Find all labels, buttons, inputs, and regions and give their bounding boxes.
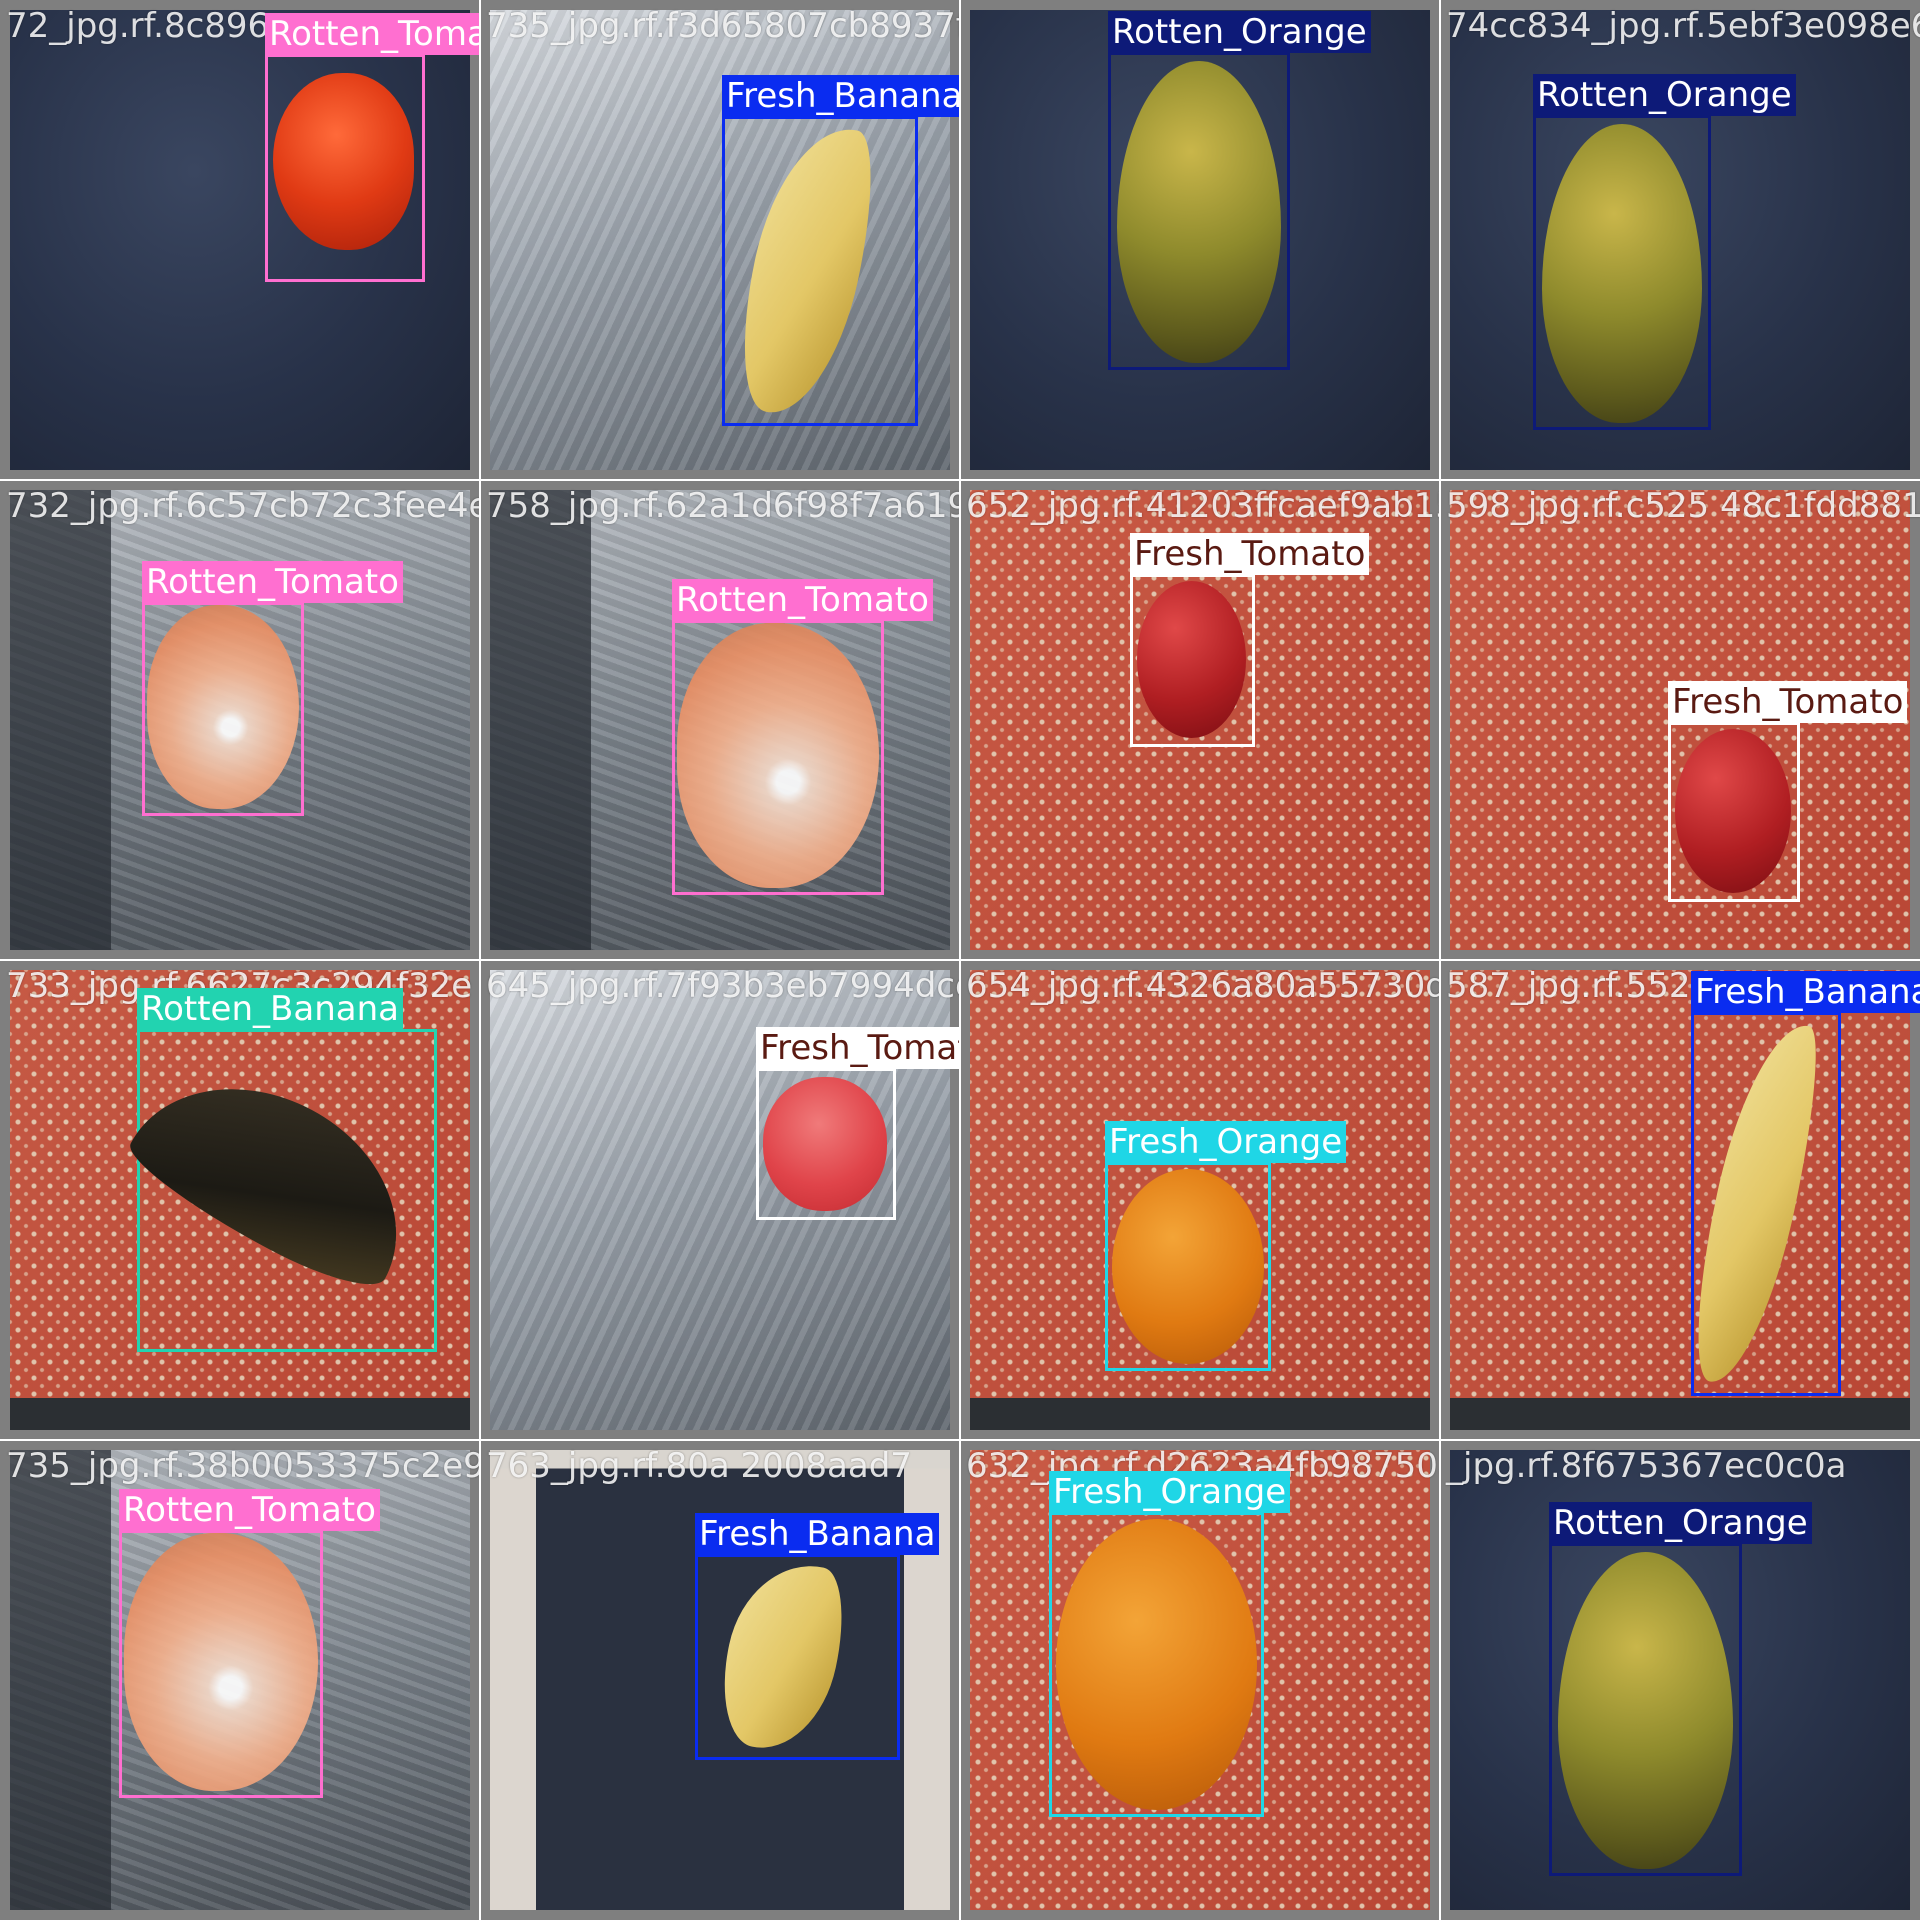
class-label: Rotten_Tomato [672,579,933,621]
image-filename: 598_jpg.rf.c525 48c1fdd881d8 [1446,486,1920,526]
bounding-box: Fresh_Banana [1678,971,1920,1396]
bounding-box: Rotten_Tomato [119,1489,380,1798]
class-label: Fresh_Banana [1691,971,1920,1013]
class-label: Fresh_Tomato [1668,681,1908,723]
class-label: Rotten_Banana [137,988,403,1030]
fruit-tomato-pink [763,1077,887,1211]
mosaic-tile: 763_jpg.rf.80a 2008aad7 Fresh_Banana [480,1440,960,1920]
bounding-box: Fresh_Orange [1105,1121,1347,1371]
image-filename: 654_jpg.rf.4326a80a55730db [966,966,1440,1006]
class-label: Fresh_Tomato [756,1027,960,1069]
image-filename: 652_jpg.rf.41203ffcaef9ab15a [966,486,1440,526]
mosaic-tile: 733_jpg.rf.6627c3c294f32e Rotten_Banana [0,960,480,1440]
mosaic-tile: 587_jpg.rf.5522 Fresh_Banana [1440,960,1920,1440]
image-filename: 72_jpg.rf.8c896 [6,6,270,46]
bounding-box: Rotten_Banana [117,988,439,1352]
image-filename: 74cc834_jpg.rf.5ebf3e098e6974 [1446,6,1920,46]
bounding-box: Fresh_Tomato [1130,533,1370,747]
image-filename: 732_jpg.rf.6c57cb72c3fee4e [6,486,480,526]
grid-divider [1439,0,1441,1920]
class-label: Fresh_Orange [1049,1471,1291,1513]
bounding-box: Rotten_Orange [1549,1502,1812,1876]
fruit-orange-big [1056,1519,1257,1810]
bounding-box: Fresh_Banana [722,75,960,426]
mosaic-tile: 652_jpg.rf.41203ffcaef9ab15a Fresh_Tomato [960,480,1440,960]
fruit-banana [724,115,888,425]
photo-cloth-book [1450,970,1910,1430]
bounding-box: Fresh_Orange [1049,1471,1291,1817]
bounding-box: Rotten_Orange [1108,11,1371,370]
image-filename: 587_jpg.rf.5522 [1446,966,1713,1006]
class-label: Rotten_Orange [1549,1502,1812,1544]
mosaic-tile: 735_jpg.rf.38b0053375c2e9e Rotten_Tomato [0,1440,480,1920]
bounding-box: Fresh_Banana [695,1513,940,1761]
image-filename: 735_jpg.rf.f3d65807cb8937fb6f2aepfg [486,6,960,46]
bounding-box: Rotten_Tomato [672,579,933,895]
image-filename: 758_jpg.rf.62a1d6f98f7a619a [486,486,960,526]
bounding-box: Rotten_Tomato [142,561,403,816]
fruit-tomato [1137,581,1246,738]
mosaic-tile: 632_jpg.rf.d2623a4fb98750a Fresh_Orange [960,1440,1440,1920]
class-label: Fresh_Banana [695,1513,940,1555]
fruit-banana [709,1551,856,1761]
fruit-mango [1558,1552,1733,1869]
class-label: Rotten_Orange [1108,11,1371,53]
class-label: Rotten_Tomato [142,561,403,603]
fruit-orange [1112,1169,1264,1364]
mosaic-tile: 735_jpg.rf.f3d65807cb8937fb6f2aepfg Fresh… [480,0,960,480]
fruit-mango [1542,124,1702,423]
mosaic-tile: 645_jpg.rf.7f93b3eb7994dcea Fresh_Tomato [480,960,960,1440]
fruit-tomato-moldy [124,1533,318,1791]
class-label: Fresh_Banana [722,75,960,117]
fruit-mango [1117,61,1281,363]
image-filename: _jpg.rf.8f675367ec0c0a [1446,1446,1847,1486]
detection-mosaic: 72_jpg.rf.8c896Rotten_Tomato735_jpg.rf.f… [0,0,1920,1920]
fruit-tomato-rotten [272,72,415,251]
grid-divider [0,959,1920,961]
class-label: Rotten_Tomato [265,13,480,55]
image-filename: 645_jpg.rf.7f93b3eb7994dcea [486,966,960,1006]
bounding-box: Fresh_Tomato [1668,681,1908,902]
class-label: Fresh_Orange [1105,1121,1347,1163]
class-label: Fresh_Tomato [1130,533,1370,575]
class-label: Rotten_Tomato [119,1489,380,1531]
mosaic-tile: 74cc834_jpg.rf.5ebf3e098e6974 Rotten_Oran… [1440,0,1920,480]
mosaic-tile: 732_jpg.rf.6c57cb72c3fee4e Rotten_Tomato [0,480,480,960]
bounding-box: Fresh_Tomato [756,1027,960,1220]
mosaic-tile: Rotten_Orange [960,0,1440,480]
image-filename: 735_jpg.rf.38b0053375c2e9e [6,1446,480,1486]
fruit-tomato-moldy [147,605,299,809]
fruit-tomato-moldy [677,623,879,888]
mosaic-tile: _jpg.rf.8f675367ec0c0a Rotten_Orange [1440,1440,1920,1920]
mosaic-tile: 598_jpg.rf.c525 48c1fdd881d8 Fresh_Tomato [1440,480,1920,960]
fruit-banana [1678,1014,1833,1392]
fruit-banana-rotten [117,1042,439,1304]
mosaic-tile: 654_jpg.rf.4326a80a55730db Fresh_Orange [960,960,1440,1440]
bounding-box: Rotten_Orange [1533,74,1796,430]
fruit-tomato [1675,729,1791,893]
bounding-box: Rotten_Tomato [265,13,480,282]
mosaic-tile: 72_jpg.rf.8c896Rotten_Tomato [0,0,480,480]
mosaic-tile: 758_jpg.rf.62a1d6f98f7a619a Rotten_Tomato [480,480,960,960]
class-label: Rotten_Orange [1533,74,1796,116]
grid-divider [0,1439,1920,1441]
image-filename: 763_jpg.rf.80a 2008aad7 [486,1446,912,1486]
